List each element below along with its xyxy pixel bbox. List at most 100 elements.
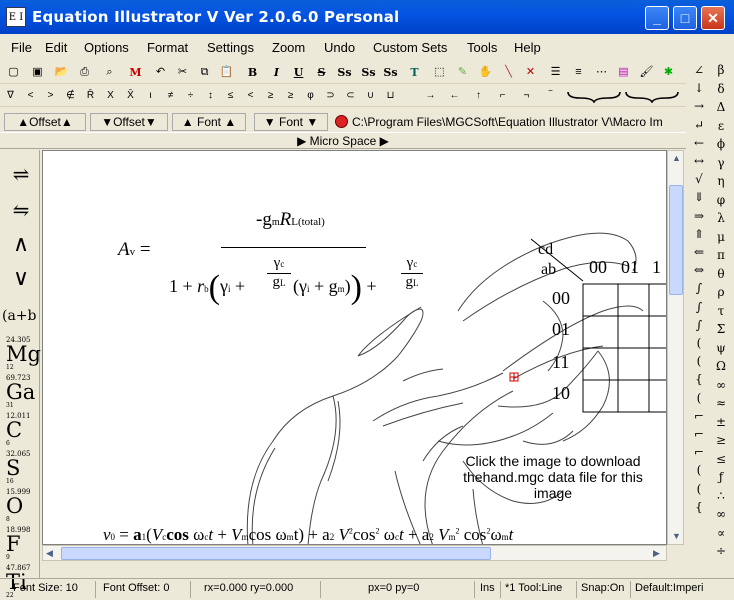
right-symbol-a-12[interactable]: ∫ xyxy=(688,280,710,296)
menu-tools[interactable]: Tools xyxy=(467,40,497,55)
super-sub-button[interactable]: Ss xyxy=(382,64,399,81)
right-symbol-b-14[interactable]: Σ xyxy=(710,321,732,337)
right-symbol-a-7[interactable]: ⇓ xyxy=(688,189,710,205)
right-symbol-b-18[interactable]: ≈ xyxy=(710,395,732,411)
menu-custom-sets[interactable]: Custom Sets xyxy=(373,40,447,55)
right-symbol-a-24[interactable]: { xyxy=(688,499,710,515)
menu-undo[interactable]: Undo xyxy=(324,40,355,55)
kmap-col-00[interactable]: 00 xyxy=(589,257,607,278)
right-symbol-b-10[interactable]: π xyxy=(710,247,732,263)
kmap-row-00[interactable]: 00 xyxy=(552,288,570,309)
right-symbol-a-4[interactable]: ← xyxy=(688,135,710,151)
brace-icon[interactable] xyxy=(566,89,681,103)
sym-lt2[interactable]: < xyxy=(242,87,259,104)
right-symbol-a-17[interactable]: { xyxy=(688,371,710,387)
kmap-row-10[interactable]: 10 xyxy=(552,383,570,404)
kmap-row-11[interactable]: 11 xyxy=(552,352,569,373)
close-button[interactable]: ✕ xyxy=(701,6,725,30)
vee-symbol[interactable]: ∨ xyxy=(4,266,38,291)
dots-icon[interactable]: ⋯ xyxy=(593,64,610,81)
sym-up-arrow[interactable]: ↑ xyxy=(470,87,487,104)
right-symbol-a-2[interactable]: → xyxy=(688,98,710,114)
sym-le[interactable]: ≤ xyxy=(222,87,239,104)
right-symbol-a-9[interactable]: ⇑ xyxy=(688,226,710,242)
font-up-button[interactable]: ▲ Font ▲ xyxy=(172,113,246,131)
right-symbol-a-0[interactable]: ∠ xyxy=(688,62,710,78)
sym-cup[interactable]: ∪ xyxy=(362,87,379,104)
equation-v0[interactable]: v0 = a1(Vccos ωct + Vmcos ωmt) + a2 V2co… xyxy=(103,525,513,544)
right-symbol-b-2[interactable]: Δ xyxy=(710,99,732,115)
macro-icon[interactable]: M xyxy=(127,64,144,81)
wedge-symbol[interactable]: ∧ xyxy=(4,232,38,257)
right-symbol-a-6[interactable]: √ xyxy=(688,171,710,187)
right-symbol-a-16[interactable]: ( xyxy=(688,353,710,369)
sym-supset[interactable]: ⊃ xyxy=(322,87,339,104)
sym-right-arrow[interactable]: → xyxy=(422,87,439,104)
right-symbol-a-20[interactable]: ⌐ xyxy=(688,426,710,442)
menu-edit[interactable]: Edit xyxy=(45,40,67,55)
bold-button[interactable]: B xyxy=(244,64,261,81)
right-symbol-a-13[interactable]: ∫ xyxy=(688,299,710,315)
sym-rbar[interactable]: R̄ xyxy=(82,87,99,104)
kmap-col-1[interactable]: 1 xyxy=(652,257,661,278)
right-symbol-a-1[interactable]: ↓ xyxy=(688,80,710,96)
cut-icon[interactable]: ✂ xyxy=(174,64,191,81)
right-symbol-a-19[interactable]: ⌐ xyxy=(688,408,710,424)
offset-up-button[interactable]: ▲Offset▲ xyxy=(4,113,86,131)
equation-denominator[interactable]: 1 + rb(γi + xyxy=(169,269,245,307)
equation-av[interactable]: Av = xyxy=(118,239,151,261)
right-symbol-a-18[interactable]: ( xyxy=(688,390,710,406)
right-symbol-b-22[interactable]: ƒ xyxy=(710,469,732,485)
sym-sqcup[interactable]: ⊔ xyxy=(382,87,399,104)
sym-div[interactable]: ÷ xyxy=(182,87,199,104)
minimize-button[interactable]: _ xyxy=(645,6,669,30)
element-tile-2[interactable]: 12.011 C 6 xyxy=(6,412,38,447)
element-tile-5[interactable]: 18.998 F 9 xyxy=(6,526,38,561)
copy-icon[interactable]: ⧉ xyxy=(196,64,213,81)
maximize-button[interactable]: □ xyxy=(673,6,697,30)
select-icon[interactable]: ⬚ xyxy=(431,64,448,81)
right-symbol-a-14[interactable]: ∫ xyxy=(688,317,710,333)
menu-settings[interactable]: Settings xyxy=(207,40,254,55)
right-symbol-b-17[interactable]: ∞ xyxy=(710,377,732,393)
right-symbol-a-3[interactable]: ↵ xyxy=(688,117,710,133)
element-tile-3[interactable]: 32.065 S 16 xyxy=(6,450,38,485)
right-symbol-a-21[interactable]: ⌐ xyxy=(688,444,710,460)
hand-icon[interactable]: ✋ xyxy=(477,64,494,81)
right-symbol-b-25[interactable]: ∝ xyxy=(710,525,732,541)
colors-icon[interactable]: ▤ xyxy=(615,64,632,81)
sym-updown[interactable]: ↕ xyxy=(202,87,219,104)
right-symbol-b-5[interactable]: γ xyxy=(710,155,732,171)
right-symbol-a-8[interactable]: ⇒ xyxy=(688,208,710,224)
right-symbol-b-6[interactable]: η xyxy=(710,173,732,189)
drawing-canvas[interactable]: Av = -gmRL(total) 1 + rb(γi + γc gL (γi +… xyxy=(42,150,667,545)
kmap-row-label[interactable]: ab xyxy=(541,261,556,279)
right-symbol-a-5[interactable]: ↔ xyxy=(688,153,710,169)
right-symbol-b-13[interactable]: τ xyxy=(710,303,732,319)
equation-denominator-rest[interactable]: (γi + gm)) + xyxy=(293,269,377,307)
right-symbol-b-21[interactable]: ≤ xyxy=(710,451,732,467)
subscript-button[interactable]: Ss xyxy=(360,64,377,81)
right-symbol-b-24[interactable]: ∞ xyxy=(710,506,732,522)
open-icon[interactable]: 📂 xyxy=(53,64,70,81)
sym-phi[interactable]: φ xyxy=(302,87,319,104)
right-symbol-b-0[interactable]: β xyxy=(710,62,732,78)
offset-down-button[interactable]: ▼Offset▼ xyxy=(90,113,168,131)
sym-notin[interactable]: ∉ xyxy=(62,87,79,104)
app-icon[interactable]: E I xyxy=(6,7,26,27)
underline-button[interactable]: U xyxy=(290,64,307,81)
undo-icon[interactable]: ↶ xyxy=(152,64,169,81)
strike-button[interactable]: S xyxy=(313,64,330,81)
right-symbol-b-11[interactable]: θ xyxy=(710,266,732,282)
kmap-col-label[interactable]: cd xyxy=(538,241,553,259)
a-plus-b-template[interactable]: (a+b xyxy=(2,308,37,324)
star-icon[interactable]: ✱ xyxy=(660,64,677,81)
element-tile-4[interactable]: 15.999 O 8 xyxy=(6,488,38,523)
record-icon[interactable] xyxy=(335,115,348,128)
sym-overline[interactable]: ‾ xyxy=(542,87,559,104)
menu-zoom[interactable]: Zoom xyxy=(272,40,305,55)
kmap-col-01[interactable]: 01 xyxy=(621,257,639,278)
gamma-c-fraction[interactable]: γc gL xyxy=(267,255,291,291)
right-symbol-b-20[interactable]: ≥ xyxy=(710,432,732,448)
save-icon[interactable]: ▣ xyxy=(29,64,46,81)
